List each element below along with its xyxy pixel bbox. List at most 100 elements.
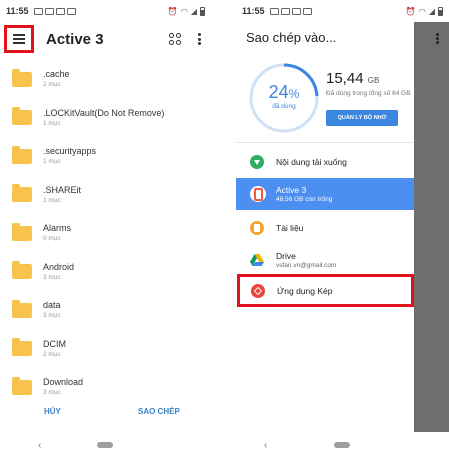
cancel-button[interactable]: HỦY [44, 407, 61, 416]
app-bar: Active 3 [0, 22, 211, 56]
storage-used-size: 15,44 GB [326, 70, 380, 87]
usage-label: đã dùng [272, 103, 296, 110]
manage-storage-button[interactable]: QUẢN LÝ BỘ NHỚ [326, 110, 398, 126]
folder-count: 2 mục [43, 81, 61, 89]
notification-icon [55, 7, 65, 15]
location-name: Drive [276, 250, 296, 261]
folder-item[interactable]: .SHAREit 1 mục [0, 176, 211, 215]
folder-name: DCIM [43, 338, 66, 349]
copy-button[interactable]: SAO CHÉP [138, 407, 180, 416]
folder-count: 3 mục [43, 273, 61, 281]
signal-icon: ◢ [428, 6, 435, 16]
back-icon[interactable]: ‹ [264, 440, 267, 451]
folder-item[interactable]: Alarms 0 mục [0, 214, 211, 253]
download-icon [250, 155, 264, 169]
notification-icons [33, 7, 76, 15]
storage-usage-ring: 24% đã dùng [246, 60, 322, 136]
storage-description: Đã dùng trong tổng số 64 GB [326, 90, 411, 97]
location-account: vsfan.vn@gmail.com [276, 261, 337, 269]
folder-icon [12, 184, 32, 203]
folder-icon [12, 376, 32, 395]
notification-icon [269, 7, 279, 15]
divider [236, 142, 414, 143]
folder-icon [12, 68, 32, 87]
usage-percent: 24% [268, 82, 300, 102]
folder-name: .LOCKitVault(Do Not Remove) [43, 107, 165, 118]
location-drive[interactable]: Drive vsfan.vn@gmail.com [236, 244, 414, 276]
folder-name: .securityapps [43, 146, 97, 157]
folder-item[interactable]: data 3 mục [0, 291, 211, 330]
folder-count: 1 mục [43, 196, 61, 204]
back-icon[interactable]: ‹ [38, 440, 41, 451]
folder-count: 3 mục [43, 312, 61, 320]
folder-item[interactable]: .cache 2 mục [0, 60, 211, 99]
hamburger-icon [13, 34, 25, 44]
notification-icon [291, 7, 301, 15]
folder-icon [12, 107, 32, 126]
folder-icon [12, 299, 32, 318]
folder-count: 2 mục [43, 350, 61, 358]
phone-storage-icon [250, 186, 266, 202]
navigation-bar: ‹ [236, 432, 449, 458]
location-name: Tài liệu [276, 223, 304, 233]
more-options-icon[interactable] [198, 33, 201, 45]
signal-icon: ◢ [190, 6, 197, 16]
dual-app-icon [251, 283, 265, 298]
drive-icon [250, 253, 264, 267]
folder-name: .SHAREit [43, 184, 82, 195]
folder-item[interactable]: DCIM 2 mục [0, 330, 211, 369]
folder-icon [12, 145, 32, 164]
left-phone-screen: 11:55 ⏰ ◠ ◢ Active 3 .cache 2 mục .LOCKi… [0, 0, 211, 458]
notification-icon [66, 7, 76, 15]
status-bar: 11:55 ⏰ ◠ ◢ [236, 0, 449, 22]
drawer-title: Sao chép vào... [246, 30, 337, 45]
wifi-icon: ◠ [180, 6, 188, 16]
grid-view-icon[interactable] [169, 33, 181, 45]
folder-count: 1 mục [43, 119, 61, 127]
folder-item[interactable]: .securityapps 1 mục [0, 137, 211, 176]
folder-item[interactable]: .LOCKitVault(Do Not Remove) 1 mục [0, 99, 211, 138]
status-time: 11:55 [242, 6, 265, 16]
battery-icon [200, 6, 205, 16]
home-pill-icon[interactable] [97, 442, 113, 448]
folder-icon [12, 261, 32, 280]
status-icons: ⏰ ◠ ◢ [405, 6, 443, 16]
notification-icon [44, 7, 54, 15]
folder-count: 0 mục [43, 235, 61, 243]
document-icon [250, 221, 264, 235]
location-name: Nội dung tải xuống [276, 157, 347, 167]
folder-name: data [43, 300, 61, 311]
storage-summary: 24% đã dùng 15,44 GB Đã dùng trong tổng … [246, 60, 416, 145]
home-pill-icon[interactable] [334, 442, 350, 448]
folder-count: 3 mục [43, 389, 61, 397]
alarm-icon: ⏰ [167, 6, 178, 16]
menu-button[interactable] [4, 25, 34, 53]
location-downloads[interactable]: Nội dung tải xuống [236, 146, 414, 178]
status-time: 11:55 [6, 6, 29, 16]
location-active3-selected[interactable]: Active 3 48,56 GB còn trống [236, 178, 414, 210]
folder-list: .cache 2 mục .LOCKitVault(Do Not Remove) 1… [0, 60, 211, 407]
right-phone-screen: 11:55 ⏰ ◠ ◢ Sao chép vào... 24% đã dùng … [236, 0, 449, 458]
status-icons: ⏰ ◠ ◢ [167, 6, 205, 16]
folder-name: Alarms [43, 223, 72, 234]
notification-icon [302, 7, 312, 15]
copy-destination-drawer: Sao chép vào... 24% đã dùng 15,44 GB Đã … [236, 22, 414, 432]
folder-name: Download [43, 377, 84, 388]
notification-icon [33, 7, 43, 15]
folder-name: .cache [43, 69, 70, 80]
folder-icon [12, 222, 32, 241]
folder-count: 1 mục [43, 158, 61, 166]
location-dual-app[interactable]: Ứng dụng Kép [237, 274, 414, 307]
location-name: Active 3 [276, 184, 307, 195]
alarm-icon: ⏰ [405, 6, 416, 16]
drawer-scrim[interactable] [414, 22, 449, 432]
folder-item[interactable]: Android 3 mục [0, 253, 211, 292]
location-name: Ứng dụng Kép [277, 285, 333, 296]
action-footer: HỦY SAO CHÉP [0, 400, 211, 422]
navigation-bar: ‹ [0, 432, 211, 458]
location-free-space: 48,56 GB còn trống [276, 195, 333, 203]
folder-name: Android [43, 261, 75, 272]
notification-icons [269, 7, 312, 15]
location-documents[interactable]: Tài liệu [236, 212, 414, 244]
screenshot-canvas: 11:55 ⏰ ◠ ◢ Active 3 .cache 2 mục .LOCKi… [0, 0, 449, 458]
